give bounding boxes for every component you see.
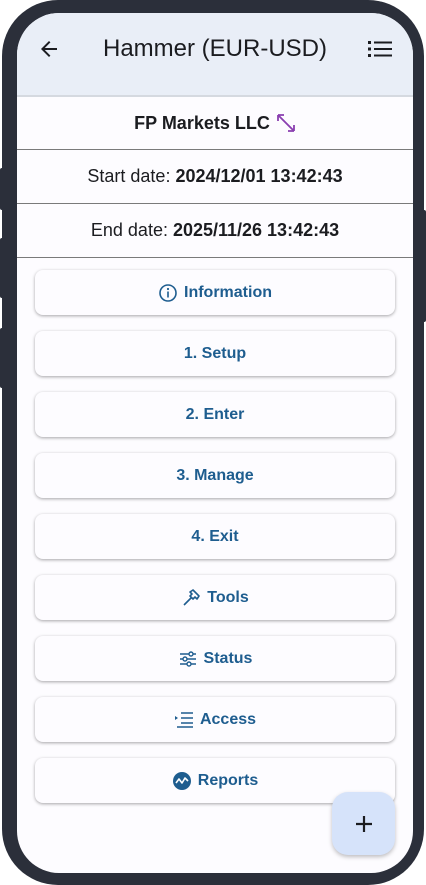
page-title: Hammer (EUR-USD) [103,35,327,62]
information-button[interactable]: Information [35,270,395,315]
information-label: Information [184,283,272,301]
tools-button[interactable]: Tools [35,575,395,620]
side-button [0,168,4,210]
chart-circle-icon [172,771,191,790]
side-button [0,328,4,388]
access-label: Access [199,710,257,728]
broker-name: FP Markets LLC [134,112,270,133]
hammer-icon [183,588,201,606]
app-bar: Hammer (EUR-USD) [17,13,413,96]
setup-button[interactable]: 1. Setup [35,331,395,376]
sliders-icon [179,650,196,667]
end-date-row: End date: 2025/11/26 13:42:43 [17,204,413,258]
setup-label: 1. Setup [183,344,247,362]
list-menu-icon[interactable] [367,37,393,61]
manage-label: 3. Manage [176,466,254,484]
status-label: Status [203,649,253,667]
plus-icon [355,815,372,832]
add-fab-button[interactable] [332,792,395,855]
end-date-label: End date: [90,220,168,240]
broker-row: FP Markets LLC [17,96,413,150]
phone-frame: Hammer (EUR-USD) FP Markets LLC Start da… [0,0,426,885]
list-indent-icon [174,711,193,728]
manage-button[interactable]: 3. Manage [35,453,395,498]
start-date-row: Start date: 2024/12/01 13:42:43 [17,150,413,204]
app-screen: Hammer (EUR-USD) FP Markets LLC Start da… [17,13,413,873]
start-date-label: Start date: [87,166,171,186]
menu-buttons: Information 1. Setup 2. Enter 3. Manage … [17,258,413,803]
enter-label: 2. Enter [185,405,245,423]
exit-label: 4. Exit [191,527,239,545]
expand-diagonal-icon[interactable] [276,113,296,133]
end-date-value: 2025/11/26 13:42:43 [172,220,340,240]
status-button[interactable]: Status [35,636,395,681]
side-button [0,238,4,298]
exit-button[interactable]: 4. Exit [35,514,395,559]
power-button [422,210,426,322]
info-icon [159,283,177,302]
tools-label: Tools [207,588,249,606]
enter-button[interactable]: 2. Enter [35,392,395,437]
reports-label: Reports [197,771,259,789]
access-button[interactable]: Access [35,697,395,742]
start-date-value: 2024/12/01 13:42:43 [175,166,343,186]
